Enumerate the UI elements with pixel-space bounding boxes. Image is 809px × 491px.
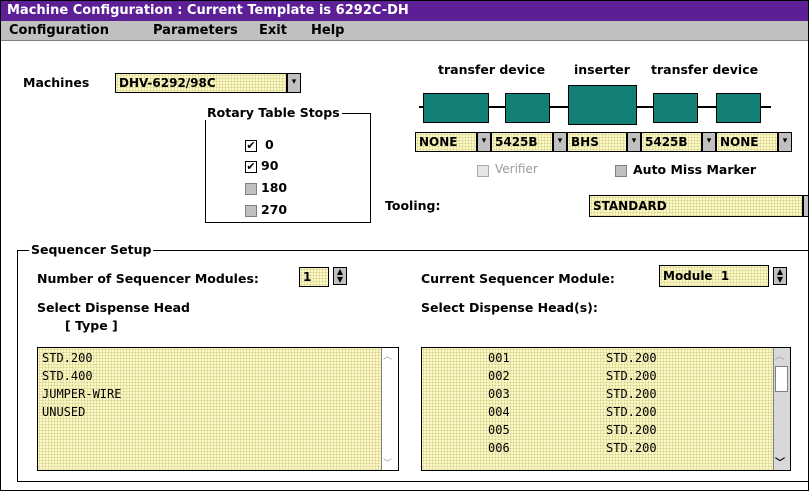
menu-configuration[interactable]: Configuration xyxy=(9,21,109,40)
stop-180-label: 180 xyxy=(261,180,288,195)
transfer-device-block[interactable] xyxy=(716,93,761,123)
scroll-up-icon[interactable]: ︿ xyxy=(383,349,392,362)
table-row-type[interactable]: STD.200 xyxy=(606,423,657,437)
current-module-spinner-icon[interactable]: ▲ ▼ xyxy=(773,267,787,285)
device-2-dropdown[interactable]: 5425B xyxy=(491,132,553,152)
device-5-arrow-icon[interactable]: ▾ xyxy=(778,132,792,152)
scroll-down-icon[interactable]: ﹀ xyxy=(383,456,392,469)
device-5-dropdown[interactable]: NONE xyxy=(716,132,778,152)
type-label: [ Type ] xyxy=(65,318,118,333)
rotary-table-stops-group xyxy=(205,113,371,223)
current-module-value[interactable]: Module 1 xyxy=(659,265,769,287)
device-3-dropdown[interactable]: BHS xyxy=(567,132,627,152)
select-dispense-heads-label: Select Dispense Head(s): xyxy=(421,300,598,315)
stop-0-label: 0 xyxy=(265,137,274,152)
table-row-num[interactable]: 004 xyxy=(488,405,510,419)
tooling-label: Tooling: xyxy=(385,198,441,213)
list-item[interactable]: UNUSED xyxy=(42,405,85,419)
conveyor-line xyxy=(698,106,716,108)
stop-90-checkbox[interactable]: ✔ xyxy=(245,161,257,173)
list-item[interactable]: STD.400 xyxy=(42,369,93,383)
transfer-device-block[interactable] xyxy=(423,93,489,123)
num-sequencer-modules-value[interactable]: 1 xyxy=(299,267,329,287)
sequencer-setup-title: Sequencer Setup xyxy=(29,242,154,257)
auto-miss-marker-label: Auto Miss Marker xyxy=(633,162,757,177)
auto-miss-marker-checkbox[interactable] xyxy=(615,165,627,177)
transfer-device-header-right: transfer device xyxy=(651,62,759,77)
device-1-arrow-icon[interactable]: ▾ xyxy=(477,132,491,152)
scroll-up-icon[interactable]: ︿ xyxy=(775,349,784,362)
stop-180-checkbox[interactable] xyxy=(245,183,257,195)
window-title: Machine Configuration : Current Template… xyxy=(7,3,409,18)
list-item[interactable]: STD.200 xyxy=(42,351,93,365)
verifier-checkbox[interactable] xyxy=(477,165,489,177)
num-modules-spinner-icon[interactable]: ▲ ▼ xyxy=(333,267,347,285)
device-2-arrow-icon[interactable]: ▾ xyxy=(553,132,567,152)
device-1-dropdown[interactable]: NONE xyxy=(415,132,477,152)
machine-configuration-window: Machine Configuration : Current Template… xyxy=(0,0,809,491)
title-bar: Machine Configuration : Current Template… xyxy=(1,1,808,21)
menu-bar: Configuration Parameters Exit Help xyxy=(1,21,808,41)
transfer-device-block[interactable] xyxy=(653,93,698,123)
table-row-num[interactable]: 002 xyxy=(488,369,510,383)
device-3-arrow-icon[interactable]: ▾ xyxy=(627,132,641,152)
machines-label: Machines xyxy=(23,75,90,90)
table-row-num[interactable]: 003 xyxy=(488,387,510,401)
select-dispense-head-label: Select Dispense Head xyxy=(37,300,190,315)
menu-parameters[interactable]: Parameters xyxy=(153,21,238,40)
num-sequencer-modules-label: Number of Sequencer Modules: xyxy=(37,271,259,286)
rotary-table-stops-title: Rotary Table Stops xyxy=(205,105,342,120)
table-row-type[interactable]: STD.200 xyxy=(606,405,657,419)
menu-help[interactable]: Help xyxy=(311,21,344,40)
table-row-num[interactable]: 001 xyxy=(488,351,510,365)
current-sequencer-module-label: Current Sequencer Module: xyxy=(421,271,615,286)
table-row-num[interactable]: 005 xyxy=(488,423,510,437)
menu-exit[interactable]: Exit xyxy=(259,21,287,40)
checkmark-icon: ✔ xyxy=(246,160,256,173)
conveyor-line xyxy=(550,106,568,108)
transfer-device-block[interactable] xyxy=(505,93,550,123)
tooling-dropdown-arrow-icon[interactable] xyxy=(803,195,808,217)
stop-90-label: 90 xyxy=(261,158,279,173)
scrollbar[interactable]: ︿ ﹀ xyxy=(381,348,398,470)
checkmark-icon: ✔ xyxy=(246,139,256,152)
transfer-device-header-left: transfer device xyxy=(438,62,546,77)
inserter-header: inserter xyxy=(574,62,630,77)
machines-dropdown-arrow-icon[interactable]: ▾ xyxy=(287,73,301,93)
scrollbar[interactable]: ︿ ﹀ xyxy=(773,348,790,470)
inserter-block[interactable] xyxy=(568,85,637,125)
device-4-dropdown[interactable]: 5425B xyxy=(641,132,702,152)
tooling-dropdown-value[interactable]: STANDARD xyxy=(589,195,803,217)
table-row-type[interactable]: STD.200 xyxy=(606,351,657,365)
scroll-thumb[interactable] xyxy=(775,366,788,392)
table-row-num[interactable]: 006 xyxy=(488,441,510,455)
conveyor-line xyxy=(489,106,505,108)
stop-270-label: 270 xyxy=(261,202,288,217)
dispense-head-type-list[interactable]: STD.200 STD.400 JUMPER-WIRE UNUSED ︿ ﹀ xyxy=(37,347,399,471)
table-row-type[interactable]: STD.200 xyxy=(606,441,657,455)
dispense-heads-list[interactable]: 001 STD.200 002 STD.200 003 STD.200 004 … xyxy=(421,347,791,471)
table-row-type[interactable]: STD.200 xyxy=(606,369,657,383)
stop-270-checkbox[interactable] xyxy=(245,205,257,217)
conveyor-line xyxy=(637,106,653,108)
conveyor-line xyxy=(761,106,771,108)
stop-0-checkbox[interactable]: ✔ xyxy=(245,140,257,152)
table-row-type[interactable]: STD.200 xyxy=(606,387,657,401)
device-4-arrow-icon[interactable]: ▾ xyxy=(702,132,716,152)
list-item[interactable]: JUMPER-WIRE xyxy=(42,387,121,401)
verifier-label: Verifier xyxy=(495,162,538,176)
scroll-down-icon[interactable]: ﹀ xyxy=(775,454,785,469)
machines-dropdown-value[interactable]: DHV-6292/98C xyxy=(115,73,287,93)
